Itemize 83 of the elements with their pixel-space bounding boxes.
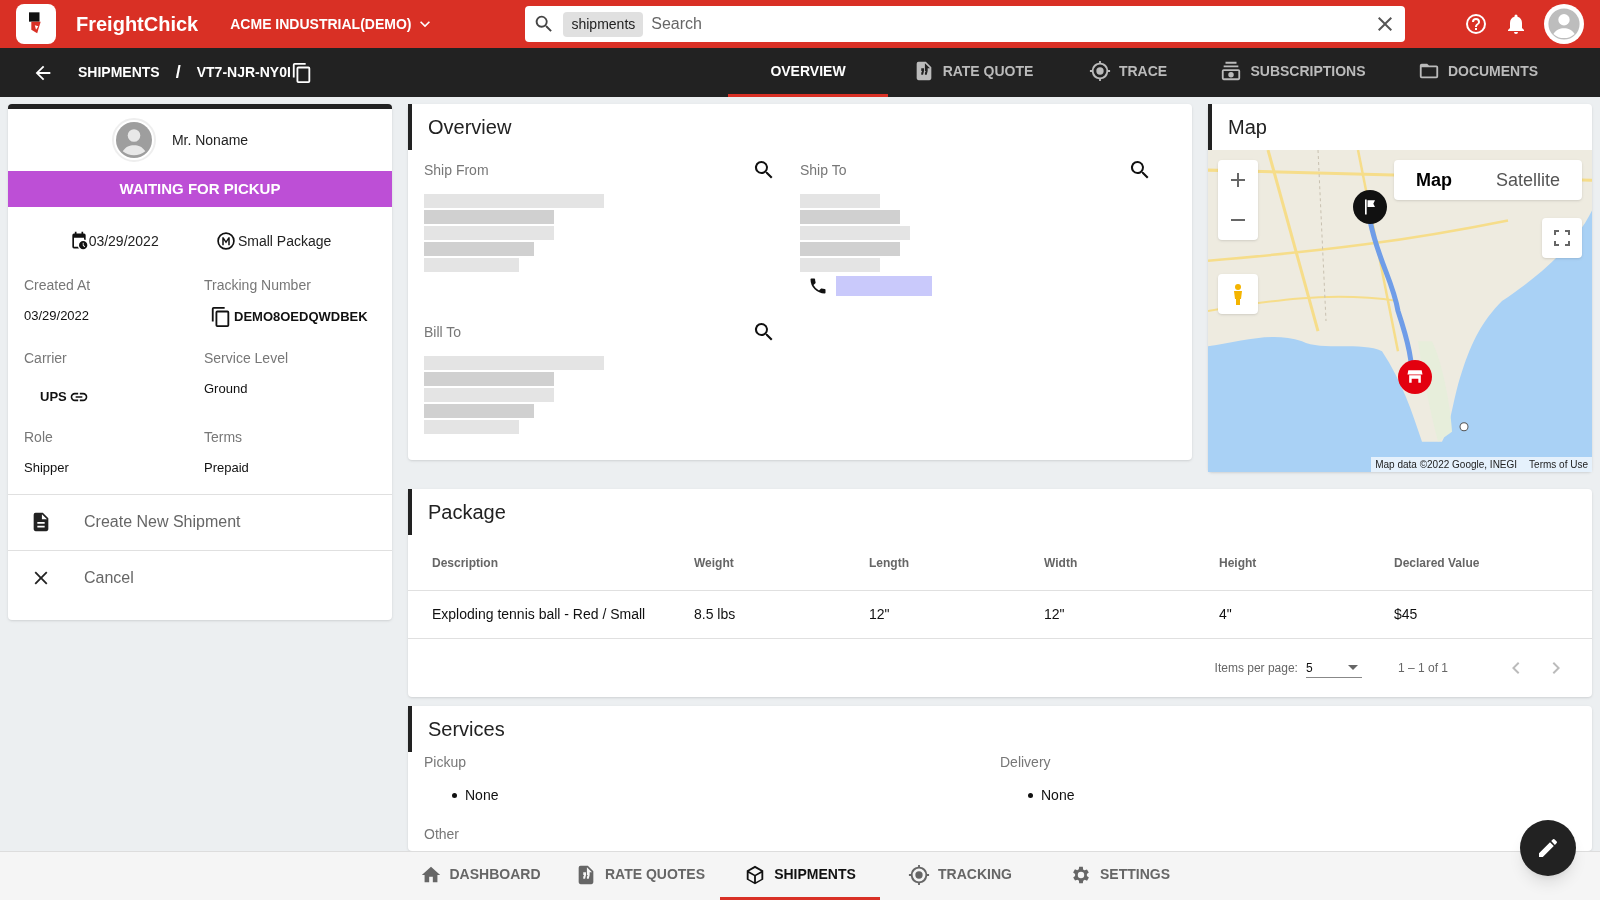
help-icon[interactable] xyxy=(1464,12,1488,36)
field-label: Role xyxy=(24,428,54,447)
search-chip[interactable]: shipments xyxy=(563,11,644,37)
avatar xyxy=(111,118,156,162)
field-value: 03/29/2022 xyxy=(24,307,91,325)
search-bar[interactable]: shipments Search xyxy=(525,6,1406,42)
section-label: Other xyxy=(423,825,460,844)
breadcrumb-separator: / xyxy=(175,61,181,84)
target-icon xyxy=(908,863,931,886)
nav-tab[interactable]: SETTINGS xyxy=(1040,852,1200,900)
items-per-page-select[interactable]: 5 xyxy=(1305,658,1362,678)
tab[interactable]: OVERVIEW xyxy=(728,48,888,97)
nav-tab[interactable]: RATE QUOTES xyxy=(560,852,720,900)
mode-icon xyxy=(215,231,236,251)
table-cell-text: $45 xyxy=(1394,605,1419,624)
table-cell-text: 8.5 lbs xyxy=(694,605,737,624)
column-header: Height xyxy=(1219,554,1258,572)
field-label: Carrier xyxy=(24,349,68,368)
column-header: Description xyxy=(432,554,499,572)
phone-icon[interactable] xyxy=(808,276,828,296)
table-cell-text: 12" xyxy=(869,605,891,624)
section-label: Pickup xyxy=(424,753,468,772)
shipment-mode: Small Package xyxy=(237,231,332,251)
tab[interactable]: TRACE xyxy=(1058,48,1198,97)
column-header: Width xyxy=(1044,554,1079,572)
field-label: Service Level xyxy=(204,349,290,368)
menu-item[interactable]: Create New Shipment xyxy=(8,493,392,550)
target-icon xyxy=(1088,60,1111,82)
breadcrumb-link[interactable]: SHIPMENTS xyxy=(78,62,160,83)
edit-icon xyxy=(1536,836,1560,860)
field-label: Tracking Number xyxy=(204,276,312,295)
organization-dropdown[interactable]: ACME INDUSTRIAL(DEMO) xyxy=(230,13,436,35)
app-logo[interactable] xyxy=(16,4,56,44)
card-title: Package xyxy=(428,500,506,525)
section-label: Ship To xyxy=(800,160,847,180)
map-type-button[interactable]: Satellite xyxy=(1473,160,1582,200)
column-header: Declared Value xyxy=(1394,554,1481,572)
nav-tab[interactable]: SHIPMENTS xyxy=(720,852,880,900)
bullet-icon xyxy=(1028,793,1033,798)
terms-link[interactable]: Terms of Use xyxy=(1529,457,1588,472)
search-field[interactable]: Search xyxy=(651,12,1366,36)
copy-icon[interactable] xyxy=(210,306,232,328)
field-label: Terms xyxy=(204,428,244,447)
field-value: Ground xyxy=(204,380,249,398)
fullscreen-icon[interactable] xyxy=(1542,218,1582,258)
card-title: Map xyxy=(1228,115,1267,140)
section-label: Delivery xyxy=(1000,753,1052,772)
ship-date: 03/29/2022 xyxy=(88,231,159,251)
menu-item[interactable]: Cancel xyxy=(8,549,392,606)
bullet-icon xyxy=(452,793,457,798)
section-label: Ship From xyxy=(424,160,489,180)
service-item: None xyxy=(1041,786,1075,805)
tab[interactable]: SUBSCRIPTIONS xyxy=(1198,48,1388,97)
nav-tab[interactable]: TRACKING xyxy=(880,852,1040,900)
card-title: Services xyxy=(428,717,505,742)
service-item: None xyxy=(465,786,499,805)
stack-icon xyxy=(1220,60,1243,82)
map-type-button[interactable]: Map xyxy=(1393,160,1474,200)
column-header: Weight xyxy=(694,554,735,572)
map-attribution: Map data ©2022 Google, INEGI xyxy=(1375,458,1518,472)
column-header: Length xyxy=(869,554,910,572)
carrier-name: UPS xyxy=(40,388,67,407)
app-name: FreightChick xyxy=(76,12,199,37)
nav-tab[interactable]: DASHBOARD xyxy=(400,852,560,900)
status-banner: WAITING FOR PICKUP xyxy=(8,171,392,207)
card-title: Overview xyxy=(428,115,512,140)
tab[interactable]: DOCUMENTS xyxy=(1388,48,1568,97)
shipment-id: VT7-NJR-NY0I xyxy=(196,63,291,82)
caret-icon xyxy=(1347,665,1358,670)
section-label: Bill To xyxy=(424,322,462,342)
copy-icon[interactable] xyxy=(290,61,313,84)
avatar[interactable] xyxy=(1544,4,1584,44)
tracking-number: DEMO8OEDQWDBEK xyxy=(234,308,368,327)
table-cell-text: 12" xyxy=(1044,605,1066,624)
table-cell-text: 4" xyxy=(1219,605,1233,624)
tab[interactable]: RATE QUOTE xyxy=(888,48,1058,97)
page-range: 1 – 1 of 1 xyxy=(1397,660,1448,677)
table-cell-text: Exploding tennis ball - Red / Small xyxy=(432,605,647,624)
contact-name: Mr. Noname xyxy=(171,130,249,150)
items-per-page-label: Items per page: xyxy=(1214,660,1298,677)
field-value: Shipper xyxy=(24,459,70,477)
field-value: Prepaid xyxy=(204,459,250,477)
field-label: Created At xyxy=(24,276,92,295)
